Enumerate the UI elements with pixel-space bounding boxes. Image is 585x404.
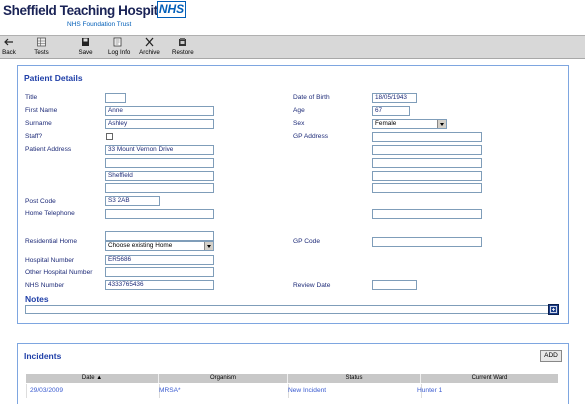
expand-icon xyxy=(550,306,557,313)
address-line3-input[interactable]: Sheffield xyxy=(105,171,214,181)
review-date-input[interactable] xyxy=(372,280,417,290)
sex-select-value: Female xyxy=(375,120,397,127)
add-incident-button[interactable]: ADD xyxy=(540,350,562,362)
residential-home-select[interactable]: Choose existing Home xyxy=(105,241,214,251)
patient-address-label: Patient Address xyxy=(25,146,72,153)
incident-ward-cell[interactable]: Hunter 1 xyxy=(417,387,442,394)
surname-input[interactable]: Ashley xyxy=(105,119,214,129)
incident-date-cell[interactable]: 29/03/2009 xyxy=(30,387,63,394)
restore-icon xyxy=(178,38,186,46)
gp-code-input[interactable] xyxy=(372,237,482,247)
archive-label: Archive xyxy=(139,49,160,56)
staff-label: Staff? xyxy=(25,133,43,140)
floppy-disk-icon xyxy=(82,38,89,46)
tests-grid-icon xyxy=(37,37,46,47)
gp-address-line4-input[interactable] xyxy=(372,171,482,181)
first-name-input[interactable]: Anne xyxy=(105,106,214,116)
gp-code-label: GP Code xyxy=(293,238,321,245)
incidents-heading: Incidents xyxy=(24,351,62,361)
nhs-logo-text: NHS xyxy=(158,2,185,16)
toolbar: Back Tests Save Log Info Archive Restore xyxy=(0,35,585,59)
notes-expand-button[interactable] xyxy=(548,304,559,315)
date-of-birth-input[interactable]: 18/05/1943 xyxy=(372,93,417,103)
residential-home-label: Residential Home xyxy=(25,238,78,245)
save-button[interactable]: Save xyxy=(78,37,93,57)
date-column-header[interactable]: Date ▲ xyxy=(26,374,159,383)
log-document-icon xyxy=(113,37,122,47)
incident-status-cell[interactable]: New Incident xyxy=(288,387,326,394)
age-label: Age xyxy=(293,107,305,114)
sex-label: Sex xyxy=(293,120,305,127)
first-name-label: First Name xyxy=(25,107,58,114)
archive-x-icon xyxy=(145,37,154,47)
age-input[interactable]: 67 xyxy=(372,106,410,116)
incidents-panel: Incidents ADD Date ▲ Organism Status Cur… xyxy=(17,343,569,404)
surname-label: Surname xyxy=(25,120,52,127)
organism-column-header[interactable]: Organism xyxy=(159,374,288,383)
log-info-label: Log Info xyxy=(108,49,131,56)
restore-label: Restore xyxy=(172,49,194,56)
post-code-input[interactable]: S3 2AB xyxy=(105,196,160,206)
current-ward-column-header[interactable]: Current Ward xyxy=(421,374,558,383)
sex-select[interactable]: Female xyxy=(372,119,447,129)
chevron-down-icon xyxy=(204,242,213,250)
organisation-title: Sheffield Teaching Hospitals xyxy=(3,3,176,18)
nhs-logo: NHS xyxy=(157,1,186,18)
address-line4-input[interactable] xyxy=(105,183,214,193)
organisation-subtitle: NHS Foundation Trust xyxy=(67,21,132,28)
tests-button[interactable]: Tests xyxy=(34,37,49,57)
patient-details-panel: Patient Details Title First Name Surname… xyxy=(17,65,569,324)
gp-address-label: GP Address xyxy=(293,133,329,140)
residential-home-select-value: Choose existing Home xyxy=(108,242,173,249)
other-hospital-number-label: Other Hospital Number xyxy=(25,269,93,276)
title-label: Title xyxy=(25,94,38,101)
status-column-header[interactable]: Status xyxy=(288,374,421,383)
log-info-button[interactable]: Log Info xyxy=(108,37,131,57)
nhs-number-input[interactable]: 4333765436 xyxy=(105,280,214,290)
tests-label: Tests xyxy=(34,49,49,56)
address-line2-input[interactable] xyxy=(105,158,214,168)
archive-button[interactable]: Archive xyxy=(139,37,160,57)
back-arrow-icon xyxy=(3,38,13,46)
gp-address-line2-input[interactable] xyxy=(372,145,482,155)
chevron-down-icon xyxy=(437,120,446,128)
incident-organism-cell[interactable]: MRSA* xyxy=(159,387,181,394)
home-telephone-label: Home Telephone xyxy=(25,210,75,217)
notes-input[interactable] xyxy=(25,305,549,314)
restore-button[interactable]: Restore xyxy=(172,37,194,57)
review-date-label: Review Date xyxy=(293,282,331,289)
home-telephone-input[interactable] xyxy=(105,209,214,219)
staff-checkbox[interactable] xyxy=(106,133,113,140)
save-label: Save xyxy=(78,49,93,56)
back-button[interactable]: Back xyxy=(2,37,16,57)
hospital-number-label: Hospital Number xyxy=(25,257,75,264)
gp-address-line3-input[interactable] xyxy=(372,158,482,168)
gp-address-line6-input[interactable] xyxy=(372,209,482,219)
notes-heading: Notes xyxy=(25,294,49,304)
address-line1-input[interactable]: 33 Mount Vernon Drive xyxy=(105,145,214,155)
incidents-table-header: Date ▲ Organism Status Current Ward xyxy=(26,374,558,383)
nhs-number-label: NHS Number xyxy=(25,282,65,289)
patient-details-heading: Patient Details xyxy=(24,73,83,83)
gp-address-line5-input[interactable] xyxy=(372,183,482,193)
hospital-number-input[interactable]: ER5686 xyxy=(105,255,214,265)
title-input[interactable] xyxy=(105,93,126,103)
gp-address-line1-input[interactable] xyxy=(372,132,482,142)
date-of-birth-label: Date of Birth xyxy=(293,94,330,101)
back-label: Back xyxy=(2,49,16,56)
residential-home-input[interactable] xyxy=(105,231,214,241)
other-hospital-number-input[interactable] xyxy=(105,267,214,277)
post-code-label: Post Code xyxy=(25,198,56,205)
